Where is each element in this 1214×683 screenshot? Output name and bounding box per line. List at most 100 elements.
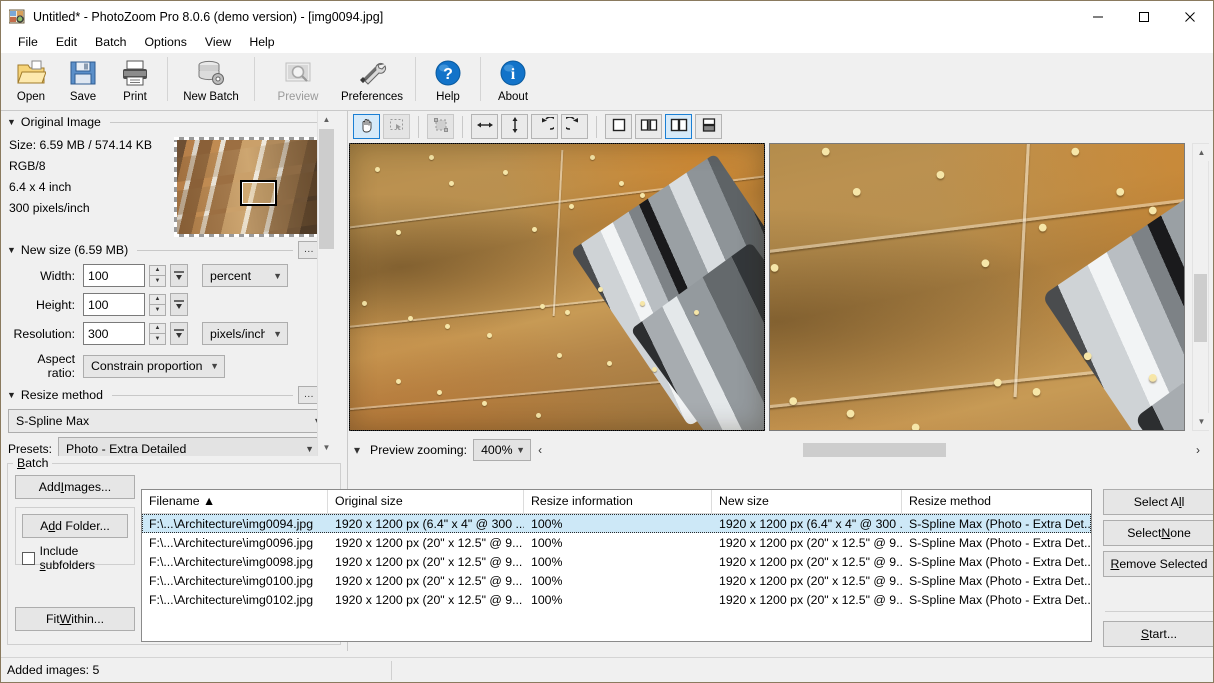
flip-horizontal-button[interactable] — [471, 114, 498, 139]
resolution-stepper-down[interactable]: ▼ — [149, 333, 166, 345]
preview-horizontal-scrollbar[interactable] — [549, 439, 1187, 461]
cell-filename: F:\...\Architecture\img0100.jpg — [149, 573, 314, 588]
preview-zoom-collapse-icon[interactable]: ▾ — [348, 439, 366, 461]
select-all-button[interactable]: Select All — [1103, 489, 1213, 515]
height-reset-button[interactable] — [170, 293, 188, 316]
preview-next-button[interactable]: › — [1189, 439, 1207, 461]
width-stepper[interactable]: ▲ ▼ — [149, 264, 166, 287]
toolbar-new-batch-button[interactable]: New Batch — [174, 53, 248, 109]
presets-select[interactable]: Photo - Extra Detailed ▼ — [58, 437, 320, 456]
maximize-button[interactable] — [1121, 1, 1167, 32]
preview-pane-original[interactable] — [349, 143, 765, 431]
rotate-left-button[interactable] — [531, 114, 558, 139]
toolbar-help-button[interactable]: ? Help — [422, 53, 474, 109]
preview-vertical-scrollbar[interactable]: ▲ ▼ — [1192, 143, 1210, 431]
view-split-button[interactable] — [635, 114, 662, 139]
sidebar-scrollbar[interactable]: ▲ ▼ — [317, 111, 335, 456]
menu-options[interactable]: Options — [135, 33, 195, 51]
original-photo — [350, 144, 764, 430]
select-none-button[interactable]: Select None — [1103, 520, 1213, 546]
cell-resize-method: S-Spline Max (Photo - Extra Det... — [909, 535, 1091, 550]
preview-hscroll-thumb[interactable] — [803, 443, 947, 457]
minimize-button[interactable] — [1075, 1, 1121, 32]
start-button[interactable]: Start... — [1103, 621, 1213, 647]
chevron-down-icon: ▼ — [516, 445, 526, 455]
height-stepper-up[interactable]: ▲ — [149, 293, 166, 305]
table-row[interactable]: F:\...\Architecture\img0098.jpg 1920 x 1… — [142, 552, 1091, 571]
column-header-new-size[interactable]: New size — [712, 490, 902, 513]
aspect-ratio-select[interactable]: Constrain proportions ▼ — [83, 354, 225, 378]
toolbar-about-button[interactable]: i About — [487, 53, 539, 109]
menu-view[interactable]: View — [196, 33, 240, 51]
size-unit-select[interactable]: percent ▼ — [202, 264, 288, 287]
menu-bar: File Edit Batch Options View Help — [1, 32, 1213, 53]
resolution-unit-select[interactable]: pixels/inch ▼ — [202, 322, 288, 345]
column-header-filename[interactable]: Filename ▲ — [142, 490, 328, 513]
view-single-button[interactable] — [605, 114, 632, 139]
preview-scroll-down-button[interactable]: ▼ — [1193, 413, 1210, 430]
new-size-section-header[interactable]: ▼ New size (6.59 MB) ... — [1, 237, 328, 261]
marquee-select-button[interactable] — [383, 114, 410, 139]
preview-toolbar — [348, 111, 1213, 142]
resolution-reset-button[interactable] — [170, 322, 188, 345]
toolbar-help-label: Help — [436, 91, 460, 103]
table-row[interactable]: F:\...\Architecture\img0096.jpg 1920 x 1… — [142, 533, 1091, 552]
height-stepper-down[interactable]: ▼ — [149, 304, 166, 316]
include-subfolders-row[interactable]: Include subfolders — [22, 544, 134, 572]
column-header-resize-method[interactable]: Resize method — [902, 490, 1091, 513]
view-stacked-button[interactable] — [695, 114, 722, 139]
toolbar-print-button[interactable]: Print — [109, 53, 161, 109]
crop-tool-button[interactable] — [427, 114, 454, 139]
resize-method-select[interactable]: S-Spline Max ▼ — [8, 409, 328, 433]
resolution-stepper-up[interactable]: ▲ — [149, 322, 166, 334]
resolution-input[interactable]: 300 — [83, 322, 145, 345]
sidebar-scroll-down-button[interactable]: ▼ — [318, 439, 335, 456]
sidebar-scroll-up-button[interactable]: ▲ — [318, 111, 335, 128]
preview-prev-button[interactable]: ‹ — [531, 439, 549, 461]
include-subfolders-checkbox[interactable] — [22, 551, 35, 565]
cell-filename: F:\...\Architecture\img0098.jpg — [149, 554, 314, 569]
preview-pane-resized[interactable] — [769, 143, 1185, 431]
menu-help[interactable]: Help — [240, 33, 283, 51]
resize-method-section-header[interactable]: ▼ Resize method ... — [1, 382, 328, 406]
column-header-resize-information[interactable]: Resize information — [524, 490, 712, 513]
table-row[interactable]: F:\...\Architecture\img0100.jpg 1920 x 1… — [142, 571, 1091, 590]
toolbar-preview-button[interactable]: Preview — [261, 53, 335, 109]
height-input[interactable]: 100 — [83, 293, 145, 316]
column-header-original-size[interactable]: Original size — [328, 490, 524, 513]
sidebar-scroll-thumb[interactable] — [319, 129, 334, 249]
remove-selected-button[interactable]: Remove Selected — [1103, 551, 1213, 577]
width-input[interactable]: 100 — [83, 264, 145, 287]
view-side-by-side-button[interactable] — [665, 114, 692, 139]
width-stepper-down[interactable]: ▼ — [149, 275, 166, 287]
preview-zoom-select[interactable]: 400% ▼ — [473, 439, 532, 461]
flip-vertical-button[interactable] — [501, 114, 528, 139]
resolution-stepper[interactable]: ▲ ▼ — [149, 322, 166, 345]
rotate-right-button[interactable] — [561, 114, 588, 139]
toolbar-about-label: About — [497, 91, 529, 103]
menu-file[interactable]: File — [9, 33, 47, 51]
table-row[interactable]: F:\...\Architecture\img0094.jpg 1920 x 1… — [142, 514, 1091, 533]
menu-batch[interactable]: Batch — [86, 33, 135, 51]
add-folder-button[interactable]: Add Folder... — [22, 514, 128, 538]
height-stepper[interactable]: ▲ ▼ — [149, 293, 166, 316]
thumbnail-viewport-rect[interactable] — [240, 180, 278, 206]
toolbar-open-button[interactable]: Open — [5, 53, 57, 109]
marquee-select-icon — [389, 117, 405, 136]
toolbar-save-button[interactable]: Save — [57, 53, 109, 109]
cell-resize-information: 100% — [531, 573, 563, 588]
fit-within-button[interactable]: Fit Within... — [15, 607, 135, 631]
add-images-button[interactable]: Add Images... — [15, 475, 135, 499]
table-row[interactable]: F:\...\Architecture\img0102.jpg 1920 x 1… — [142, 590, 1091, 609]
menu-edit[interactable]: Edit — [47, 33, 86, 51]
width-stepper-up[interactable]: ▲ — [149, 264, 166, 276]
toolbar-preferences-button[interactable]: Preferences — [335, 53, 409, 109]
thumbnail-navigator[interactable] — [174, 137, 322, 237]
original-image-section-header[interactable]: ▼ Original Image — [1, 111, 328, 131]
preview-scroll-up-button[interactable]: ▲ — [1193, 144, 1210, 161]
close-button[interactable] — [1167, 1, 1213, 32]
hand-tool-button[interactable] — [353, 114, 380, 139]
width-reset-button[interactable] — [170, 264, 188, 287]
section-rule — [137, 249, 293, 251]
preview-scroll-thumb[interactable] — [1194, 274, 1207, 342]
